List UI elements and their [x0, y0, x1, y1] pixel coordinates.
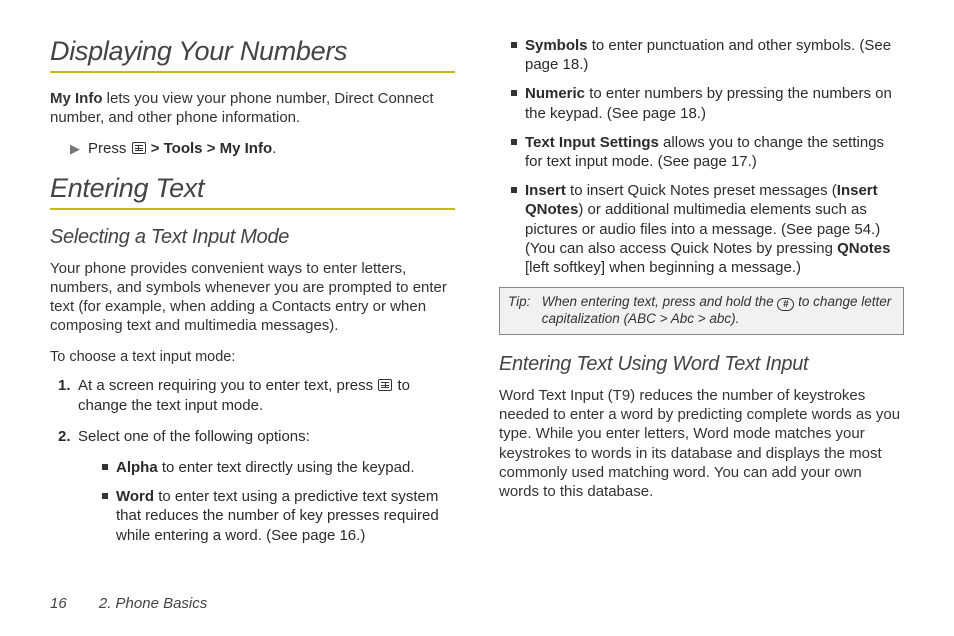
section-title: 2. Phone Basics — [99, 595, 207, 612]
step-2-text: Select one of the following options: — [78, 428, 310, 445]
my-info-rest: lets you view your phone number, Direct … — [50, 90, 434, 126]
option-word-label: Word — [116, 488, 154, 505]
choose-mode-steps: 1. At a screen requiring you to enter te… — [78, 376, 455, 446]
option-insert-desc-2: ) or additional multimedia elements such… — [525, 201, 880, 256]
step-1-number: 1. — [58, 376, 71, 395]
tip-text-a: When entering text, press and hold the — [542, 294, 778, 309]
gt-1: > — [151, 140, 160, 157]
tip-label: Tip: — [508, 294, 538, 311]
period: . — [272, 140, 276, 157]
press-instruction: ▶ Press > Tools > My Info. — [70, 139, 455, 159]
option-insert-desc-3: [left softkey] when beginning a message.… — [525, 259, 801, 276]
option-alpha: Alpha to enter text directly using the k… — [102, 458, 455, 477]
menu-key-icon — [378, 379, 392, 391]
option-numeric-label: Numeric — [525, 85, 585, 102]
press-instruction-text: Press > Tools > My Info. — [88, 139, 276, 159]
my-info-paragraph: My Info lets you view your phone number,… — [50, 89, 455, 127]
page-number: 16 — [50, 595, 67, 612]
step-1-text-a: At a screen requiring you to enter text,… — [78, 377, 377, 394]
step-2: 2. Select one of the following options: — [78, 427, 455, 446]
right-column: Symbols to enter punctuation and other s… — [499, 36, 904, 576]
gt-2: > — [207, 140, 216, 157]
heading-displaying-your-numbers: Displaying Your Numbers — [50, 36, 455, 73]
page-footer: 16 2. Phone Basics — [50, 595, 207, 612]
input-mode-options-right: Symbols to enter punctuation and other s… — [511, 36, 904, 277]
option-insert-label: Insert — [525, 182, 566, 199]
breadcrumb-tools: Tools — [164, 140, 203, 157]
heading-word-text-input: Entering Text Using Word Text Input — [499, 353, 904, 376]
option-numeric: Numeric to enter numbers by pressing the… — [511, 84, 904, 122]
heading-entering-text: Entering Text — [50, 173, 455, 210]
option-insert-qnotes-2: QNotes — [837, 240, 890, 257]
page-columns: Displaying Your Numbers My Info lets you… — [50, 36, 904, 576]
option-symbols-label: Symbols — [525, 37, 588, 54]
press-word: Press — [88, 140, 131, 157]
heading-selecting-input-mode: Selecting a Text Input Mode — [50, 226, 455, 249]
step-1: 1. At a screen requiring you to enter te… — [78, 376, 455, 414]
choose-mode-leadin: To choose a text input mode: — [50, 348, 455, 367]
my-info-bold: My Info — [50, 90, 103, 107]
input-mode-options-left: Alpha to enter text directly using the k… — [102, 458, 455, 545]
word-text-input-paragraph: Word Text Input (T9) reduces the number … — [499, 386, 904, 501]
option-text-input-settings: Text Input Settings allows you to change… — [511, 133, 904, 171]
triangle-bullet-icon: ▶ — [70, 141, 80, 158]
menu-key-icon — [132, 142, 146, 154]
option-word-desc: to enter text using a predictive text sy… — [116, 488, 439, 543]
breadcrumb-my-info: My Info — [220, 140, 273, 157]
step-2-number: 2. — [58, 427, 71, 446]
option-insert-desc-1: to insert Quick Notes preset messages ( — [566, 182, 837, 199]
option-word: Word to enter text using a predictive te… — [102, 487, 455, 545]
left-column: Displaying Your Numbers My Info lets you… — [50, 36, 455, 576]
option-symbols: Symbols to enter punctuation and other s… — [511, 36, 904, 74]
input-mode-intro-paragraph: Your phone provides convenient ways to e… — [50, 259, 455, 336]
option-tis-label: Text Input Settings — [525, 134, 659, 151]
tip-body: When entering text, press and hold the #… — [542, 294, 893, 328]
tip-box: Tip: When entering text, press and hold … — [499, 287, 904, 335]
option-insert: Insert to insert Quick Notes preset mess… — [511, 181, 904, 277]
option-alpha-label: Alpha — [116, 459, 158, 476]
hash-key-icon: # — [777, 298, 794, 311]
option-alpha-desc: to enter text directly using the keypad. — [158, 459, 415, 476]
